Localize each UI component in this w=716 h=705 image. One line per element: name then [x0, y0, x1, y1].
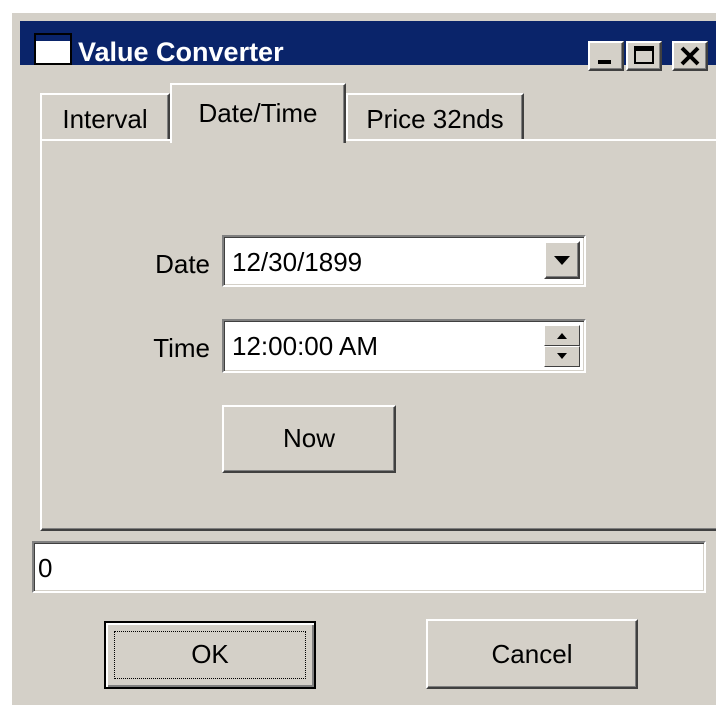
time-spin-up-button[interactable]	[544, 325, 580, 346]
focus-indicator	[114, 631, 306, 679]
now-button-label: Now	[282, 423, 335, 453]
minimize-button[interactable]	[588, 41, 624, 71]
time-label: Time	[153, 333, 210, 363]
tab-date-time-label: Date/Time	[198, 98, 318, 128]
date-time-tab-panel: Date 12/30/1899 Time 12:00:00 AM Now	[40, 139, 716, 531]
tab-price-32nds-label: Price 32nds	[366, 104, 504, 134]
tab-date-time[interactable]: Date/Time	[170, 83, 346, 143]
time-spinner	[544, 325, 580, 367]
title-bar[interactable]: Value Converter	[20, 21, 716, 71]
spin-up-icon	[557, 333, 567, 339]
chevron-down-icon	[554, 256, 570, 265]
maximize-icon	[634, 46, 654, 64]
spin-down-icon	[557, 353, 567, 359]
value-converter-window: Value Converter Interval Date/Time Price…	[10, 11, 716, 705]
time-value: 12:00:00 AM	[232, 331, 378, 361]
now-button[interactable]: Now	[222, 405, 396, 473]
ok-button[interactable]: OK	[104, 621, 316, 689]
date-dropdown[interactable]: 12/30/1899	[222, 235, 586, 287]
result-value-field[interactable]: 0	[32, 541, 706, 593]
cancel-button[interactable]: Cancel	[426, 619, 638, 689]
time-picker[interactable]: 12:00:00 AM	[222, 319, 586, 373]
window-title: Value Converter	[78, 37, 284, 67]
tab-price-32nds[interactable]: Price 32nds	[346, 93, 524, 141]
minimize-icon	[598, 60, 611, 64]
tab-interval[interactable]: Interval	[40, 93, 170, 141]
date-value: 12/30/1899	[232, 247, 363, 277]
maximize-button[interactable]	[626, 41, 662, 71]
application-window-icon	[34, 33, 72, 65]
time-spin-down-button[interactable]	[544, 346, 580, 367]
tab-interval-label: Interval	[62, 104, 148, 134]
close-icon	[680, 46, 700, 66]
result-value: 0	[38, 553, 53, 583]
date-label: Date	[155, 249, 210, 279]
cancel-button-label: Cancel	[491, 639, 573, 669]
date-dropdown-button[interactable]	[544, 241, 580, 279]
close-button[interactable]	[672, 41, 708, 71]
